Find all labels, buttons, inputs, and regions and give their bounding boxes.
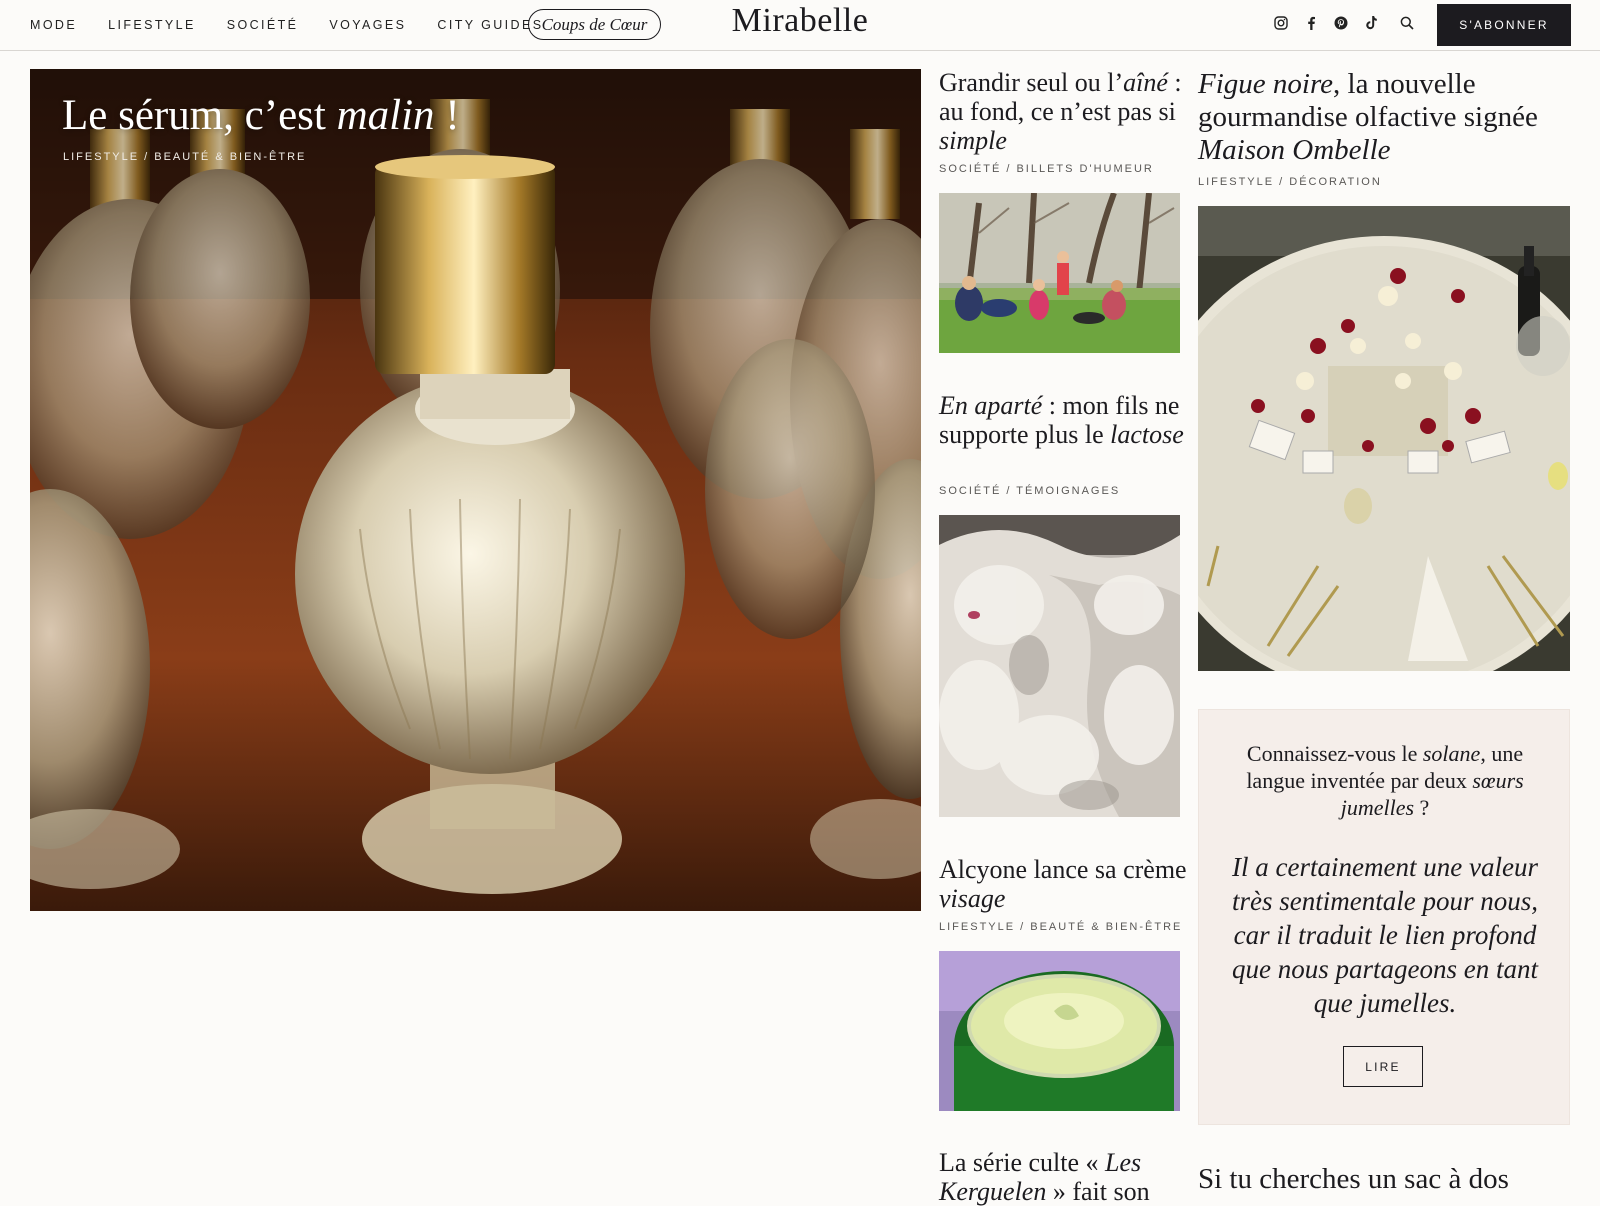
article-title-en-aparte[interactable]: En aparté : mon fils ne supporte plus le… <box>939 391 1189 449</box>
nav-item-voyages[interactable]: VOYAGES <box>329 18 406 32</box>
article-title-grandir-seul[interactable]: Grandir seul ou l’aîné : au fond, ce n’e… <box>939 68 1184 155</box>
top-navigation-bar: MODE LIFESTYLE SOCIÉTÉ VOYAGES CITY GUID… <box>0 0 1600 51</box>
article-thumbnail-cream[interactable] <box>939 951 1180 1111</box>
article-category[interactable]: SOCIÉTÉ / BILLETS D'HUMEUR <box>939 163 1154 175</box>
article-title-les-kerguelen[interactable]: La série culte « Les Kerguelen » fait so… <box>939 1148 1189 1206</box>
article-category[interactable]: LIFESTYLE / DÉCORATION <box>1198 176 1382 188</box>
article-title-sac-a-dos[interactable]: Si tu cherches un sac à dos <box>1198 1163 1568 1196</box>
article-title-figue-noire[interactable]: Figue noire, la nouvelle gourmandise olf… <box>1198 68 1568 167</box>
instagram-icon[interactable] <box>1272 14 1290 32</box>
article-title-alcyone[interactable]: Alcyone lance sa crème visage <box>939 855 1189 913</box>
site-logo[interactable]: Mirabelle <box>700 2 900 40</box>
quote-card: Connaissez-vous le solane, une langue in… <box>1198 709 1570 1125</box>
quote-question[interactable]: Connaissez-vous le solane, une langue in… <box>1219 740 1551 821</box>
article-thumbnail-park[interactable] <box>939 193 1180 353</box>
article-thumbnail-flour[interactable] <box>939 515 1180 817</box>
pinterest-icon[interactable] <box>1332 14 1350 32</box>
nav-item-mode[interactable]: MODE <box>30 18 77 32</box>
article-thumbnail-table-setting[interactable] <box>1198 206 1570 671</box>
search-icon[interactable] <box>1398 14 1416 32</box>
tiktok-icon[interactable] <box>1362 14 1380 32</box>
facebook-icon[interactable] <box>1302 14 1320 32</box>
hero-article[interactable]: Le sérum, c’est malin ! LIFESTYLE / BEAU… <box>30 69 921 911</box>
quote-text: Il a certainement une valeur très sentim… <box>1232 852 1538 1018</box>
article-category[interactable]: LIFESTYLE / BEAUTÉ & BIEN-ÊTRE <box>939 921 1182 933</box>
nav-item-lifestyle[interactable]: LIFESTYLE <box>108 18 196 32</box>
hero-category[interactable]: LIFESTYLE / BEAUTÉ & BIEN-ÊTRE <box>63 151 306 163</box>
subscribe-button[interactable]: S'ABONNER <box>1437 4 1571 46</box>
hero-title[interactable]: Le sérum, c’est malin ! <box>62 91 460 140</box>
nav-item-societe[interactable]: SOCIÉTÉ <box>227 18 299 32</box>
read-button[interactable]: LIRE <box>1343 1046 1423 1087</box>
main-nav: MODE LIFESTYLE SOCIÉTÉ VOYAGES CITY GUID… <box>30 0 574 50</box>
hero-image <box>30 69 921 911</box>
coups-de-coeur-button[interactable]: Coups de Cœur <box>528 9 661 40</box>
article-category[interactable]: SOCIÉTÉ / TÉMOIGNAGES <box>939 485 1120 497</box>
